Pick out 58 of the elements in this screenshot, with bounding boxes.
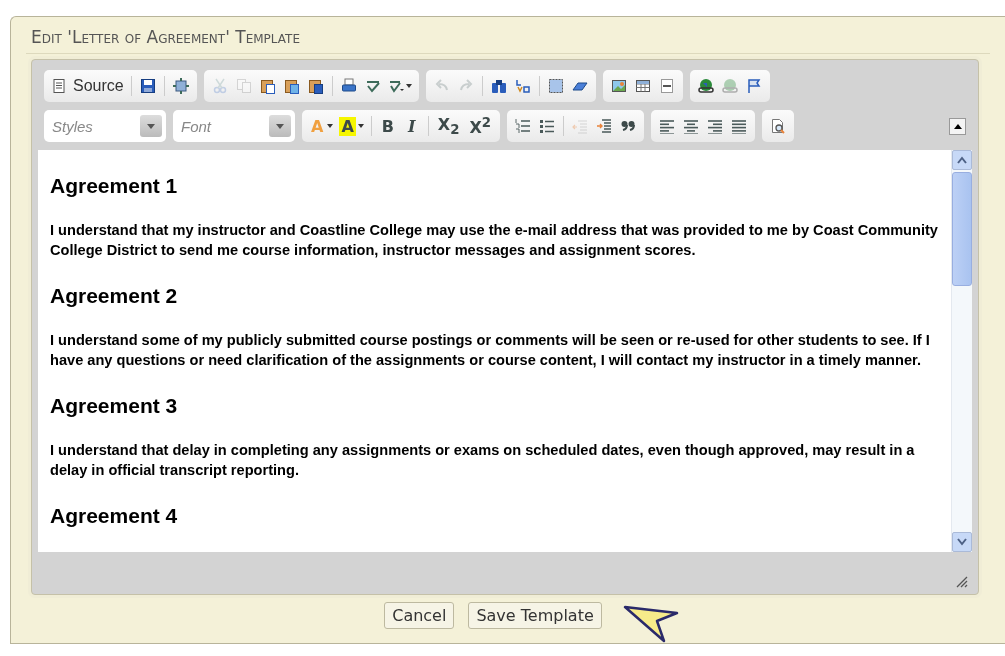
chevron-up-icon <box>956 156 968 164</box>
globe-link-icon <box>721 78 738 94</box>
paragraph: I understand that my instructor and Coastline College may use the e-mail address that was provided to me by Coast Community College District to send me course information, instructor messages and assignment scores. <box>50 221 939 260</box>
paragraph: I understand that delay in completing any assignments or exams on scheduled dates, even though approved, may result in a delay in official transcript reporting. <box>50 441 916 480</box>
triangle-up-icon <box>953 123 962 129</box>
cancel-button[interactable]: Cancel <box>384 602 455 629</box>
quote-icon <box>620 118 637 134</box>
paragraph: I understand some of my publicly submitted course postings or comments will be seen or re-used for other students to see. If I have any questions or need clarification of the assignments or course content, I will contact my instructor in a timely manner. <box>50 331 931 370</box>
scrollbar[interactable] <box>951 150 972 552</box>
format-button[interactable]: X$^{2}$ <box>464 113 497 139</box>
format-button[interactable]: I <box>399 113 424 139</box>
numbered-list-icon <box>515 118 532 134</box>
spellcheck-icon <box>364 78 381 94</box>
scissors-icon <box>211 78 228 94</box>
clipboard-icon <box>283 78 300 94</box>
select-all-icon <box>547 78 564 94</box>
combo-field[interactable]: Font <box>173 110 295 142</box>
outdent-icon <box>572 118 589 134</box>
printer-icon <box>340 78 357 94</box>
align-right-icon <box>707 118 724 134</box>
spellcheck-icon <box>387 78 404 94</box>
heading: Agreement 3 <box>50 394 179 418</box>
caret-icon <box>327 124 334 128</box>
combo-field[interactable]: Styles <box>44 110 166 142</box>
globe-link-icon <box>697 78 714 94</box>
frame-icon <box>172 78 189 94</box>
caret-icon <box>405 84 412 88</box>
heading: Agreement 2 <box>50 284 179 308</box>
source-button[interactable]: Source <box>48 73 127 99</box>
flag-icon <box>745 78 762 94</box>
format-button[interactable]: X$_{2}$ <box>432 113 465 139</box>
heading: Agreement 4 <box>50 504 179 528</box>
heading: Agreement 1 <box>50 174 179 198</box>
binoculars-icon <box>490 78 507 94</box>
document-icon <box>51 78 67 94</box>
format-button[interactable]: B <box>375 113 400 139</box>
collapse-button[interactable] <box>949 117 966 135</box>
caret-icon <box>276 123 284 129</box>
chevron-down-icon <box>956 538 968 546</box>
table-icon <box>634 78 651 94</box>
image-icon <box>610 78 627 94</box>
save-icon <box>139 78 156 94</box>
clipboard-icon <box>307 78 324 94</box>
dialog-title: Edit 'Letter of Agreement' Template <box>26 27 990 54</box>
copy-icon <box>235 78 252 94</box>
replace-icon <box>514 78 531 94</box>
indent-icon <box>596 118 613 134</box>
save-button[interactable]: Save Template <box>468 602 602 629</box>
caret-icon <box>357 124 364 128</box>
bullet-list-icon <box>539 118 556 134</box>
clipboard-icon <box>259 78 276 94</box>
align-center-icon <box>683 118 700 134</box>
caret-icon <box>147 123 155 129</box>
preview-icon <box>770 118 787 134</box>
color-dropdown-button[interactable]: A <box>336 113 367 139</box>
align-left-icon <box>659 118 676 134</box>
justify-icon <box>731 118 748 134</box>
resize-grip-icon[interactable] <box>954 574 968 588</box>
